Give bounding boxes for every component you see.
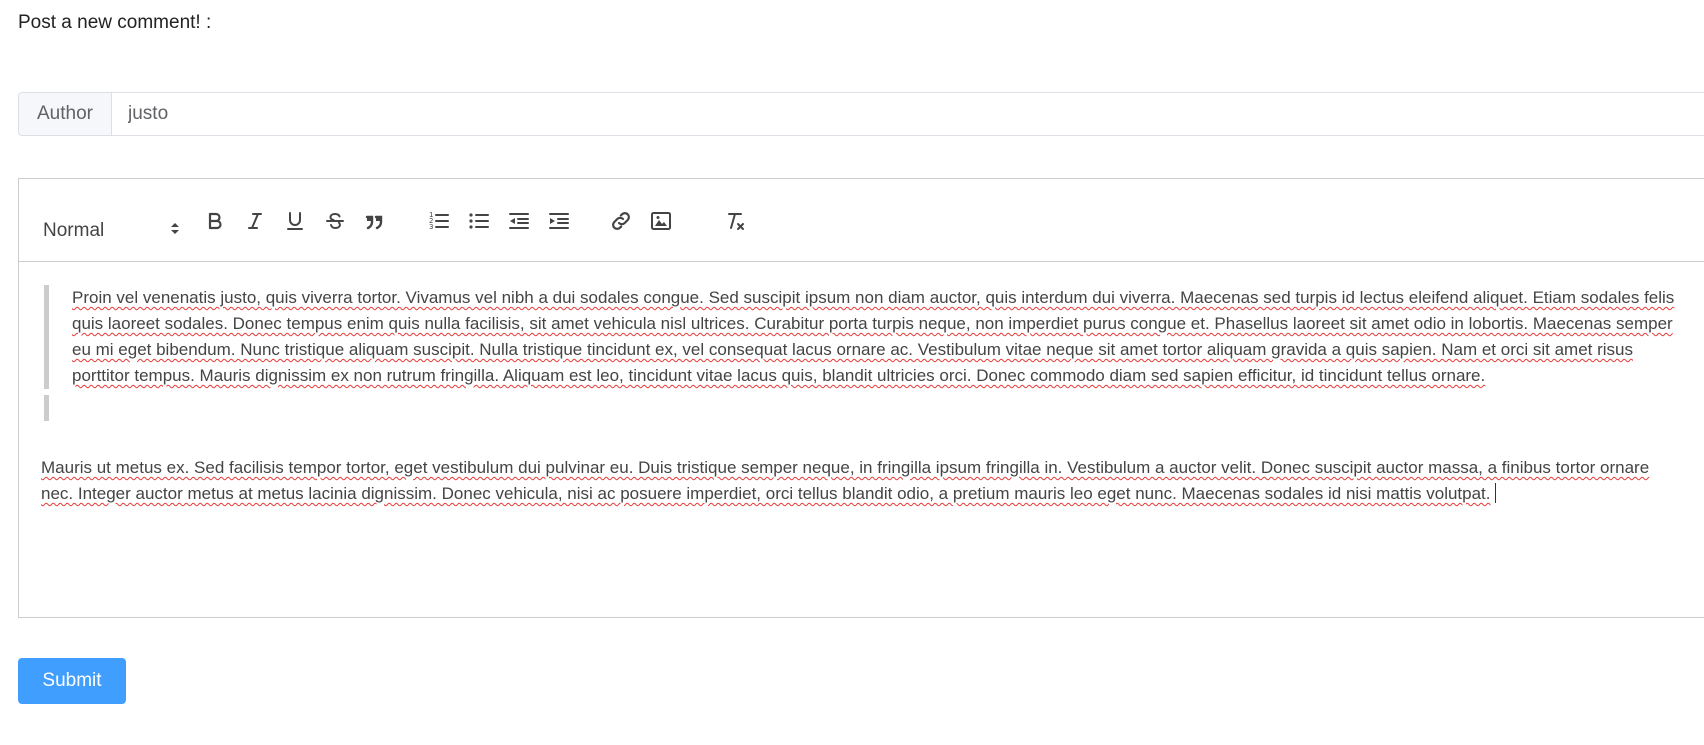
strike-icon [326,212,344,230]
author-input[interactable] [112,93,1704,135]
bold-button[interactable] [201,207,229,235]
italic-icon [248,213,262,229]
link-button[interactable] [607,207,635,235]
empty-blockquote-line [44,395,1695,421]
header-format-value: Normal [43,220,105,241]
blockquote-button[interactable] [361,207,389,235]
bold-icon [208,212,222,230]
blockquote: Proin vel venenatis justo, quis viverra … [44,285,1695,389]
italic-button[interactable] [241,207,269,235]
underline-icon [287,212,303,230]
image-icon [651,212,671,230]
indent-icon [549,213,569,229]
header-format-select[interactable]: Normal [43,213,179,243]
select-arrows-icon [169,213,181,248]
clean-format-icon [728,213,744,230]
outdent-button[interactable] [505,207,533,235]
page-title: Post a new comment! : [18,12,212,33]
submit-button[interactable]: Submit [18,658,126,704]
clean-format-button[interactable] [721,207,749,235]
bullet-list-button[interactable] [465,207,493,235]
blockquote-text: Proin vel venenatis justo, quis viverra … [72,288,1675,385]
outdent-icon [509,213,529,229]
strike-button[interactable] [321,207,349,235]
image-button[interactable] [647,207,675,235]
ordered-list-icon: 123 [429,211,449,231]
text-caret [1494,483,1496,503]
author-label: Author [19,93,112,135]
svg-text:3: 3 [429,223,433,231]
rich-text-editor: Normal 123 Proin vel venenatis justo, qu… [18,178,1704,618]
indent-button[interactable] [545,207,573,235]
editor-toolbar: Normal 123 [19,179,1704,262]
underline-button[interactable] [281,207,309,235]
author-input-group: Author [18,92,1704,136]
bullet-list-icon [469,213,489,229]
paragraph-text: Mauris ut metus ex. Sed facilisis tempor… [41,458,1650,503]
ordered-list-button[interactable]: 123 [425,207,453,235]
editor-content[interactable]: Proin vel venenatis justo, quis viverra … [19,285,1704,507]
paragraph: Mauris ut metus ex. Sed facilisis tempor… [41,455,1681,507]
link-icon [612,212,630,230]
blockquote-icon [365,215,383,230]
